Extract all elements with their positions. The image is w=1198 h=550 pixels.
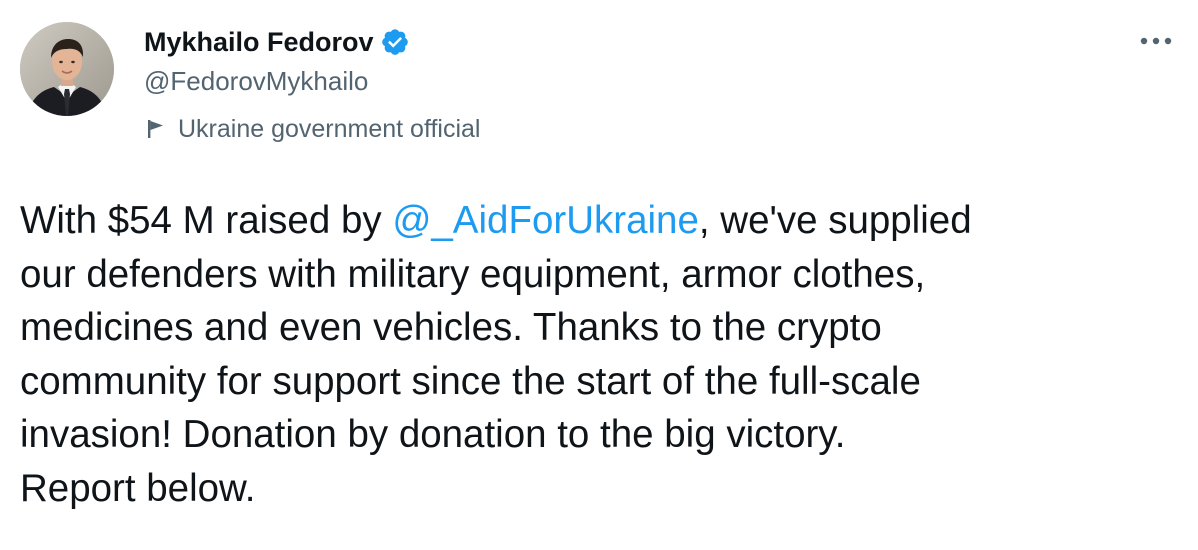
author-name-row: Mykhailo Fedorov [144,24,410,60]
author-handle[interactable]: @FedorovMykhailo [144,64,368,98]
tweet-card: Mykhailo Fedorov @FedorovMykhailo Ukrain… [0,0,1198,550]
tweet-line-2: our defenders with military equipment, a… [20,252,926,296]
more-horizontal-icon [1140,37,1172,45]
tweet-text-segment: With $54 M raised by [20,199,393,242]
tweet-line-3: medicines and even vehicles. Thanks to t… [20,306,882,349]
flag-icon [144,117,168,141]
affiliation-label: Ukraine government official [144,112,480,146]
avatar-photo [20,22,114,116]
tweet-line-6: Report below. [20,466,256,510]
avatar[interactable] [20,22,114,116]
tweet-line-5: invasion! Donation by donation to the bi… [20,413,846,456]
mention-link[interactable]: @_AidForUkraine [392,199,699,242]
tweet-text-segment: , we've supplied [698,199,972,242]
affiliation-label-text: Ukraine government official [178,115,481,143]
tweet-line-1: With $54 M raised by @_AidForUkraine, we… [20,194,1185,248]
more-options-button[interactable] [1136,26,1176,56]
tweet-line-4: community for support since the start of… [20,359,921,403]
tweet-text: With $54 M raised by @_AidForUkraine, we… [20,194,1185,515]
author-display-name[interactable]: Mykhailo Fedorov [144,24,374,60]
verified-badge-icon [380,27,410,57]
